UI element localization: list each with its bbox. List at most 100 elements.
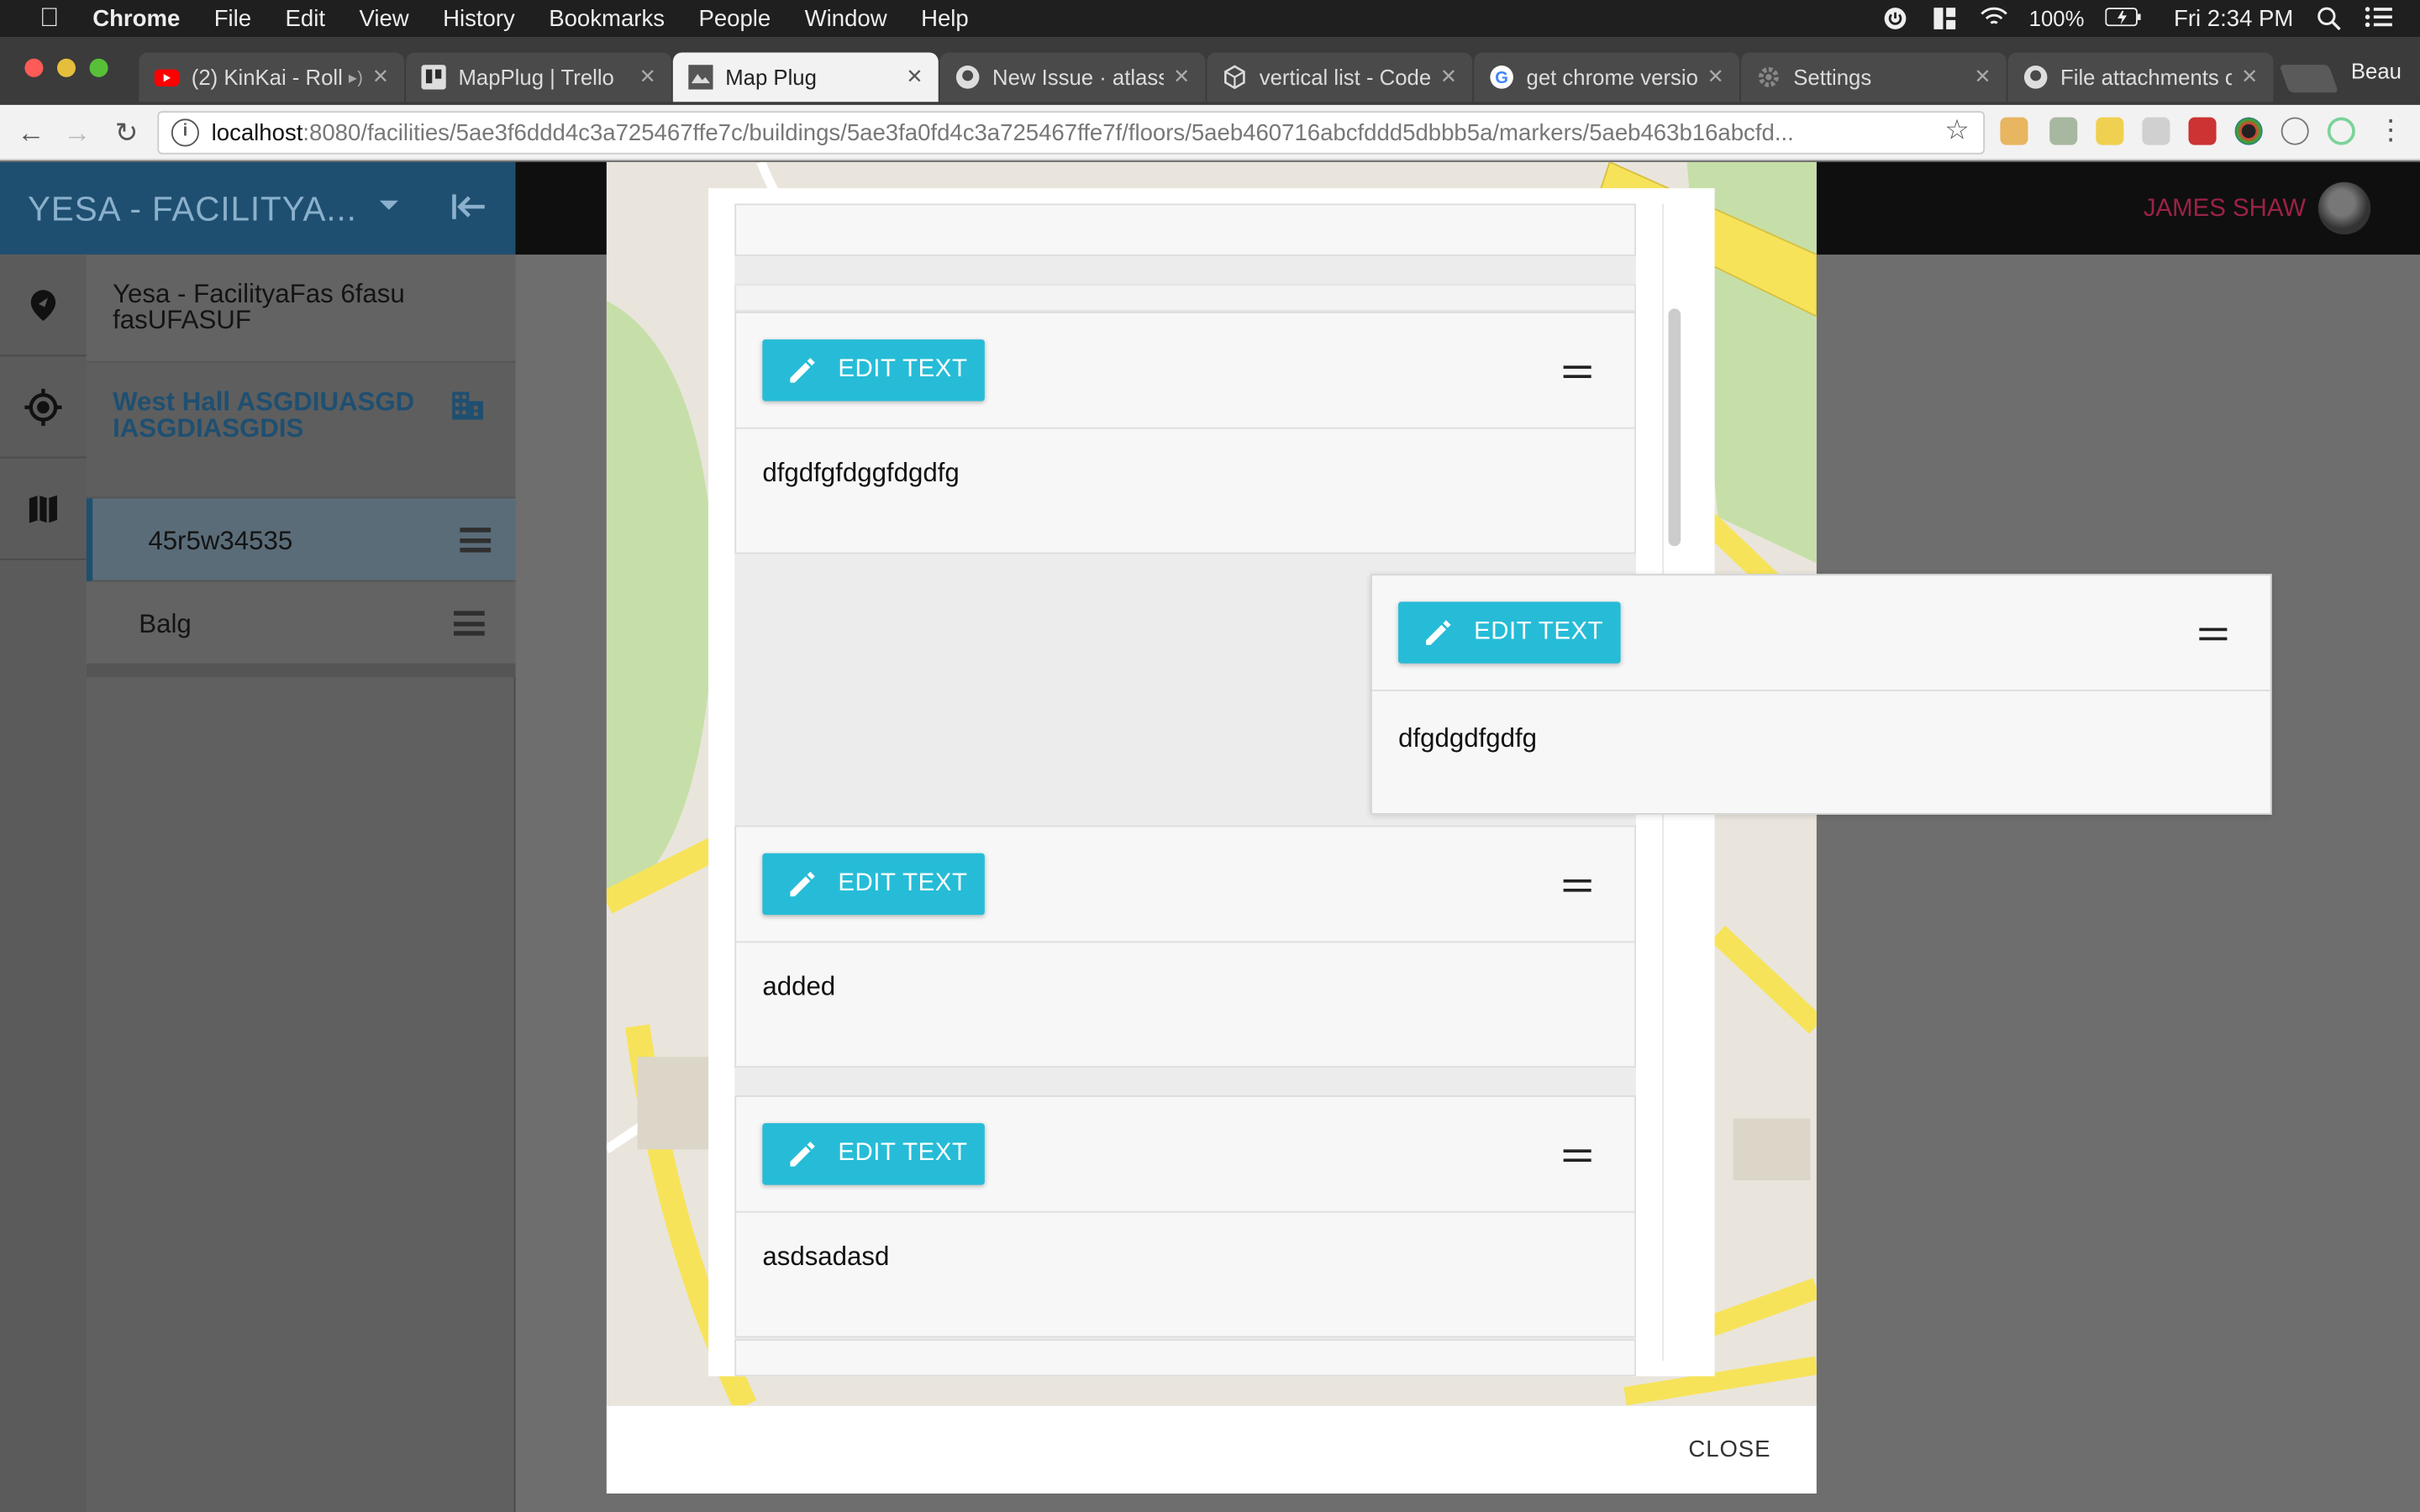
extension-video-icon[interactable] (2142, 117, 2170, 145)
dragged-card[interactable]: EDIT TEXT dfgdgdfgdfg (1370, 574, 2272, 815)
extension-face-icon[interactable] (2000, 117, 2028, 145)
list-spacer (734, 283, 1636, 312)
avatar[interactable] (2317, 181, 2371, 235)
window-zoom-button[interactable] (89, 58, 108, 77)
edit-text-button[interactable]: EDIT TEXT (762, 853, 985, 916)
menu-edit[interactable]: Edit (286, 5, 325, 31)
tab-close-icon[interactable]: ✕ (639, 65, 656, 89)
codesandbox-icon (1223, 65, 1247, 90)
site-info-icon[interactable]: i (171, 118, 199, 147)
menu-app-chrome[interactable]: Chrome (92, 5, 180, 31)
drag-handle-icon[interactable] (1563, 1149, 1591, 1163)
rail-item-location[interactable] (0, 356, 87, 459)
edit-text-button[interactable]: EDIT TEXT (762, 1123, 985, 1185)
tab-youtube[interactable]: (2) KinKai - Roll ▸) ✕ (139, 52, 405, 102)
tab-label: MapPlug | Trello (458, 65, 614, 90)
power-icon[interactable] (1881, 6, 1908, 30)
user-name[interactable]: JAMES SHAW (2144, 196, 2306, 223)
tab-label: get chrome versio (1526, 65, 1698, 90)
chrome-tab-bar: (2) KinKai - Roll ▸) ✕ MapPlug | Trello … (0, 37, 2420, 105)
extension-marker-icon[interactable] (2096, 117, 2124, 145)
list-card[interactable]: EDIT TEXT dfgdfgfdggfdgdfg (734, 312, 1636, 554)
chrome-toolbar: ← → ↻ i localhost:8080/facilities/5ae3f6… (0, 104, 2420, 161)
tab-settings[interactable]: Settings ✕ (1740, 52, 2007, 102)
tab-close-icon[interactable]: ✕ (2241, 65, 2258, 89)
collapse-sidebar-icon[interactable] (450, 190, 487, 233)
window-close-button[interactable] (24, 58, 44, 77)
tab-close-icon[interactable]: ✕ (906, 65, 923, 89)
tab-map-plug[interactable]: Map Plug ✕ (672, 52, 939, 102)
drag-handle-icon[interactable] (2199, 627, 2228, 641)
scrollbar-thumb[interactable] (1668, 308, 1681, 547)
pencil-icon (790, 1142, 815, 1167)
tab-codesandbox[interactable]: vertical list - Code ✕ (1207, 52, 1473, 102)
spotlight-search-icon[interactable] (2315, 6, 2343, 31)
chrome-profile-name[interactable]: Beau (2351, 59, 2402, 83)
apple-icon[interactable]:  (34, 3, 65, 34)
building-icon[interactable] (450, 387, 484, 421)
rail-item-map[interactable] (0, 459, 87, 560)
back-arrow-icon[interactable]: ← (13, 114, 50, 151)
url-path: :8080/facilities/5ae3f6ddd4c3a725467ffe7… (302, 119, 1794, 146)
edit-text-button[interactable]: EDIT TEXT (762, 339, 985, 402)
tab-github-file-attachments[interactable]: File attachments o ✕ (2007, 52, 2274, 102)
chrome-menu-icon[interactable]: ⋮ (2377, 114, 2405, 147)
floor-label: 45r5w34535 (148, 526, 293, 556)
close-button[interactable]: CLOSE (1688, 1436, 1770, 1462)
notification-center-icon[interactable] (2365, 6, 2392, 30)
facility-title[interactable]: YESA - FACILITYA... (28, 190, 357, 230)
tab-google-search[interactable]: G get chrome versio ✕ (1474, 52, 1739, 102)
edit-text-button[interactable]: EDIT TEXT (1398, 601, 1621, 664)
forward-arrow-icon[interactable]: → (59, 114, 96, 151)
menu-file[interactable]: File (214, 5, 251, 31)
extension-green-icon[interactable] (2327, 117, 2355, 145)
tab-close-icon[interactable]: ✕ (1440, 65, 1457, 89)
layout-icon[interactable] (1930, 6, 1958, 30)
drag-handle-icon[interactable] (460, 528, 492, 553)
sidebar-building[interactable]: West Hall ASGDIUASGD IASGDIASGDIS (86, 362, 516, 499)
card-text: added (762, 972, 836, 1002)
drag-handle-icon[interactable] (454, 611, 485, 636)
rail-item-marker[interactable] (0, 255, 87, 357)
extension-circle-icon[interactable] (2281, 117, 2309, 145)
clock[interactable]: Fri 2:34 PM (2174, 5, 2293, 31)
menu-window[interactable]: Window (805, 5, 887, 31)
menu-view[interactable]: View (359, 5, 408, 31)
tab-label: (2) KinKai - Roll (191, 65, 343, 90)
tab-github-new-issue[interactable]: New Issue · atlassi ✕ (939, 52, 1206, 102)
speaker-icon[interactable]: ▸) (349, 67, 363, 87)
extension-dropper-icon[interactable] (2049, 117, 2078, 145)
menu-history[interactable]: History (443, 5, 515, 31)
address-bar[interactable]: i localhost:8080/facilities/5ae3f6ddd4c3… (157, 111, 1986, 155)
facility-header[interactable]: YESA - FACILITYA... (0, 161, 516, 255)
sidebar-facility-name[interactable]: Yesa - FacilityaFas 6fasu fasUFASUF (86, 255, 516, 363)
pencil-icon (790, 358, 815, 383)
tab-close-icon[interactable]: ✕ (1173, 65, 1190, 89)
battery-percent: 100% (2028, 6, 2085, 31)
tab-label: New Issue · atlassi (992, 65, 1165, 90)
menu-help[interactable]: Help (921, 5, 969, 31)
tab-close-icon[interactable]: ✕ (1707, 65, 1724, 89)
window-minimize-button[interactable] (56, 58, 76, 77)
extension-red-icon[interactable] (2188, 117, 2217, 145)
wifi-icon[interactable] (1980, 6, 2007, 30)
bookmark-star-icon[interactable]: ☆ (1944, 114, 1970, 147)
list-card[interactable]: EDIT TEXT asdsadasd (734, 1095, 1636, 1338)
extension-color-icon[interactable] (2234, 117, 2263, 145)
list-card[interactable]: EDIT TEXT added (734, 825, 1636, 1068)
tab-trello[interactable]: MapPlug | Trello ✕ (406, 52, 671, 102)
drag-handle-icon[interactable] (1563, 879, 1591, 892)
new-tab-button[interactable] (2279, 65, 2339, 93)
chevron-down-icon[interactable] (379, 200, 398, 210)
battery-icon[interactable] (2106, 6, 2143, 30)
tab-close-icon[interactable]: ✕ (372, 65, 389, 89)
card-text: asdsadasd (762, 1242, 890, 1272)
sidebar-floor-item[interactable]: 45r5w34535 (86, 498, 516, 582)
menu-bookmarks[interactable]: Bookmarks (549, 5, 665, 31)
sidebar-floor-item[interactable]: Balg (86, 581, 516, 665)
tab-close-icon[interactable]: ✕ (1974, 65, 1991, 89)
menu-people[interactable]: People (698, 5, 771, 31)
drag-handle-icon[interactable] (1563, 365, 1591, 378)
reload-icon[interactable]: ↻ (108, 114, 145, 151)
card-text: dfgdfgfdggfdgdfg (762, 458, 960, 488)
